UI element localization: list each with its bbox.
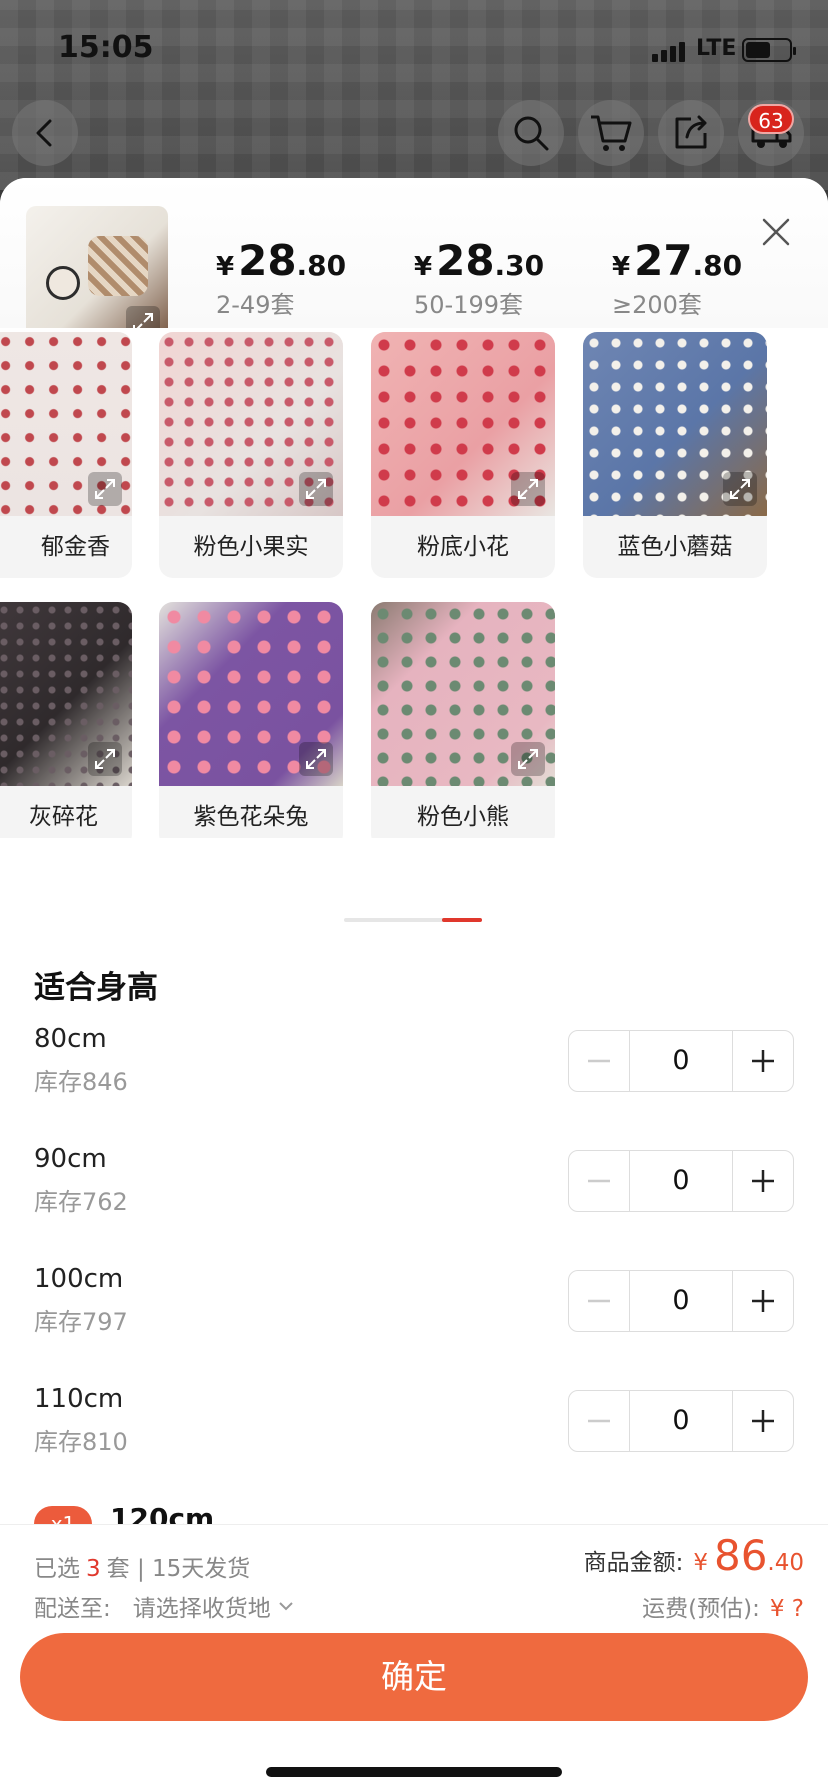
size-row: 90cm 库存762 0 [0,1144,828,1244]
variant-card[interactable]: 粉色小熊 [371,602,555,838]
shipping-fee: 运费(预估): ¥ ? [642,1596,804,1622]
search-button[interactable] [498,100,564,166]
price-tier-3: ¥27.80 ≥200套 [612,236,743,319]
minus-icon [588,1419,610,1423]
expand-icon [299,472,333,506]
battery-icon [742,38,796,62]
status-time: 15:05 [58,30,154,65]
stock-label: 库存797 [34,1308,128,1336]
quantity-input[interactable]: 0 [629,1151,733,1211]
chevron-down-icon [279,1602,293,1611]
confirm-button[interactable]: 确定 [20,1633,808,1721]
price-tier-1: ¥28.80 2-49套 [216,236,347,319]
plus-icon [752,1410,774,1432]
quantity-input[interactable]: 0 [629,1391,733,1451]
expand-icon [88,472,122,506]
variant-label: 蓝色小蘑菇 [617,534,733,560]
stock-label: 库存762 [34,1188,128,1216]
quantity-input[interactable]: 0 [629,1031,733,1091]
stock-label: 库存846 [34,1068,128,1096]
variant-card[interactable]: 蓝色小蘑菇 [583,332,767,578]
status-bar: 15:05 LTE [0,28,828,72]
quantity-stepper: 0 [568,1150,794,1212]
variant-label: 郁金香 [41,534,110,560]
quantity-stepper: 0 [568,1030,794,1092]
close-icon[interactable] [756,212,796,252]
variant-label: 粉色小熊 [417,804,509,830]
variant-card[interactable]: 郁金香 [0,332,132,578]
expand-icon [511,742,545,776]
page-indicator [344,918,482,922]
decrement-button[interactable] [569,1151,629,1211]
address-placeholder: 请选择收货地 [132,1596,271,1622]
size-row: 100cm 库存797 0 [0,1264,828,1364]
price-tier-2: ¥28.30 50-199套 [414,236,545,319]
decrement-button[interactable] [569,1031,629,1091]
decrement-button[interactable] [569,1391,629,1451]
share-icon [675,115,707,149]
shipping-address-selector[interactable]: 配送至: 请选择收货地 [34,1589,295,1623]
increment-button[interactable] [733,1151,793,1211]
network-label: LTE [696,36,737,61]
increment-button[interactable] [733,1391,793,1451]
variant-label: 粉底小花 [417,534,509,560]
increment-button[interactable] [733,1271,793,1331]
variant-scroll-area: 郁金香 粉色小果实 粉底小花 蓝色小蘑菇 灰碎花 紫色花朵兔 粉色小熊 [0,328,828,838]
decrement-button[interactable] [569,1271,629,1331]
quantity-stepper: 0 [568,1390,794,1452]
share-button[interactable] [658,100,724,166]
signal-icon [652,40,685,62]
cart-button[interactable] [578,100,644,166]
section-title: 适合身高 [34,970,158,1006]
search-icon [514,116,549,151]
minus-icon [588,1179,610,1183]
product-thumbnail[interactable] [26,206,168,348]
variant-label: 粉色小果实 [193,534,309,560]
selection-summary: 已选 3 套 | 15天发货 [34,1556,251,1582]
selected-count: 3 [86,1556,101,1582]
page-indicator-active [442,918,482,922]
size-label: 100cm [34,1264,124,1294]
back-arrow-icon [36,119,52,147]
plus-icon [752,1050,774,1072]
variant-label: 灰碎花 [29,804,98,830]
size-label: 90cm [34,1144,107,1174]
expand-icon [299,742,333,776]
expand-icon [723,472,757,506]
back-button[interactable] [12,100,78,166]
quantity-stepper: 0 [568,1270,794,1332]
variant-card[interactable]: 灰碎花 [0,602,132,838]
minus-icon [588,1299,610,1303]
order-footer: 已选 3 套 | 15天发货 配送至: 请选择收货地 商品金额: ¥ 86 .40 … [0,1524,828,1792]
size-row: 80cm 库存846 0 [0,1024,828,1124]
increment-button[interactable] [733,1031,793,1091]
total-amount: 商品金额: ¥ 86 .40 [583,1531,804,1580]
variant-card[interactable]: 粉色小果实 [159,332,343,578]
size-label: 110cm [34,1384,124,1414]
variant-card[interactable]: 紫色花朵兔 [159,602,343,838]
home-indicator [266,1767,562,1777]
variant-card[interactable]: 粉底小花 [371,332,555,578]
cart-icon [591,115,632,151]
size-row: 110cm 库存810 0 [0,1384,828,1484]
minus-icon [588,1059,610,1063]
stock-label: 库存810 [34,1428,128,1456]
expand-icon [511,472,545,506]
quantity-input[interactable]: 0 [629,1271,733,1331]
plus-icon [752,1170,774,1192]
cart-count-badge: 63 [748,104,794,134]
variant-label: 紫色花朵兔 [193,804,309,830]
expand-icon [88,742,122,776]
plus-icon [752,1290,774,1312]
size-label: 80cm [34,1024,107,1054]
